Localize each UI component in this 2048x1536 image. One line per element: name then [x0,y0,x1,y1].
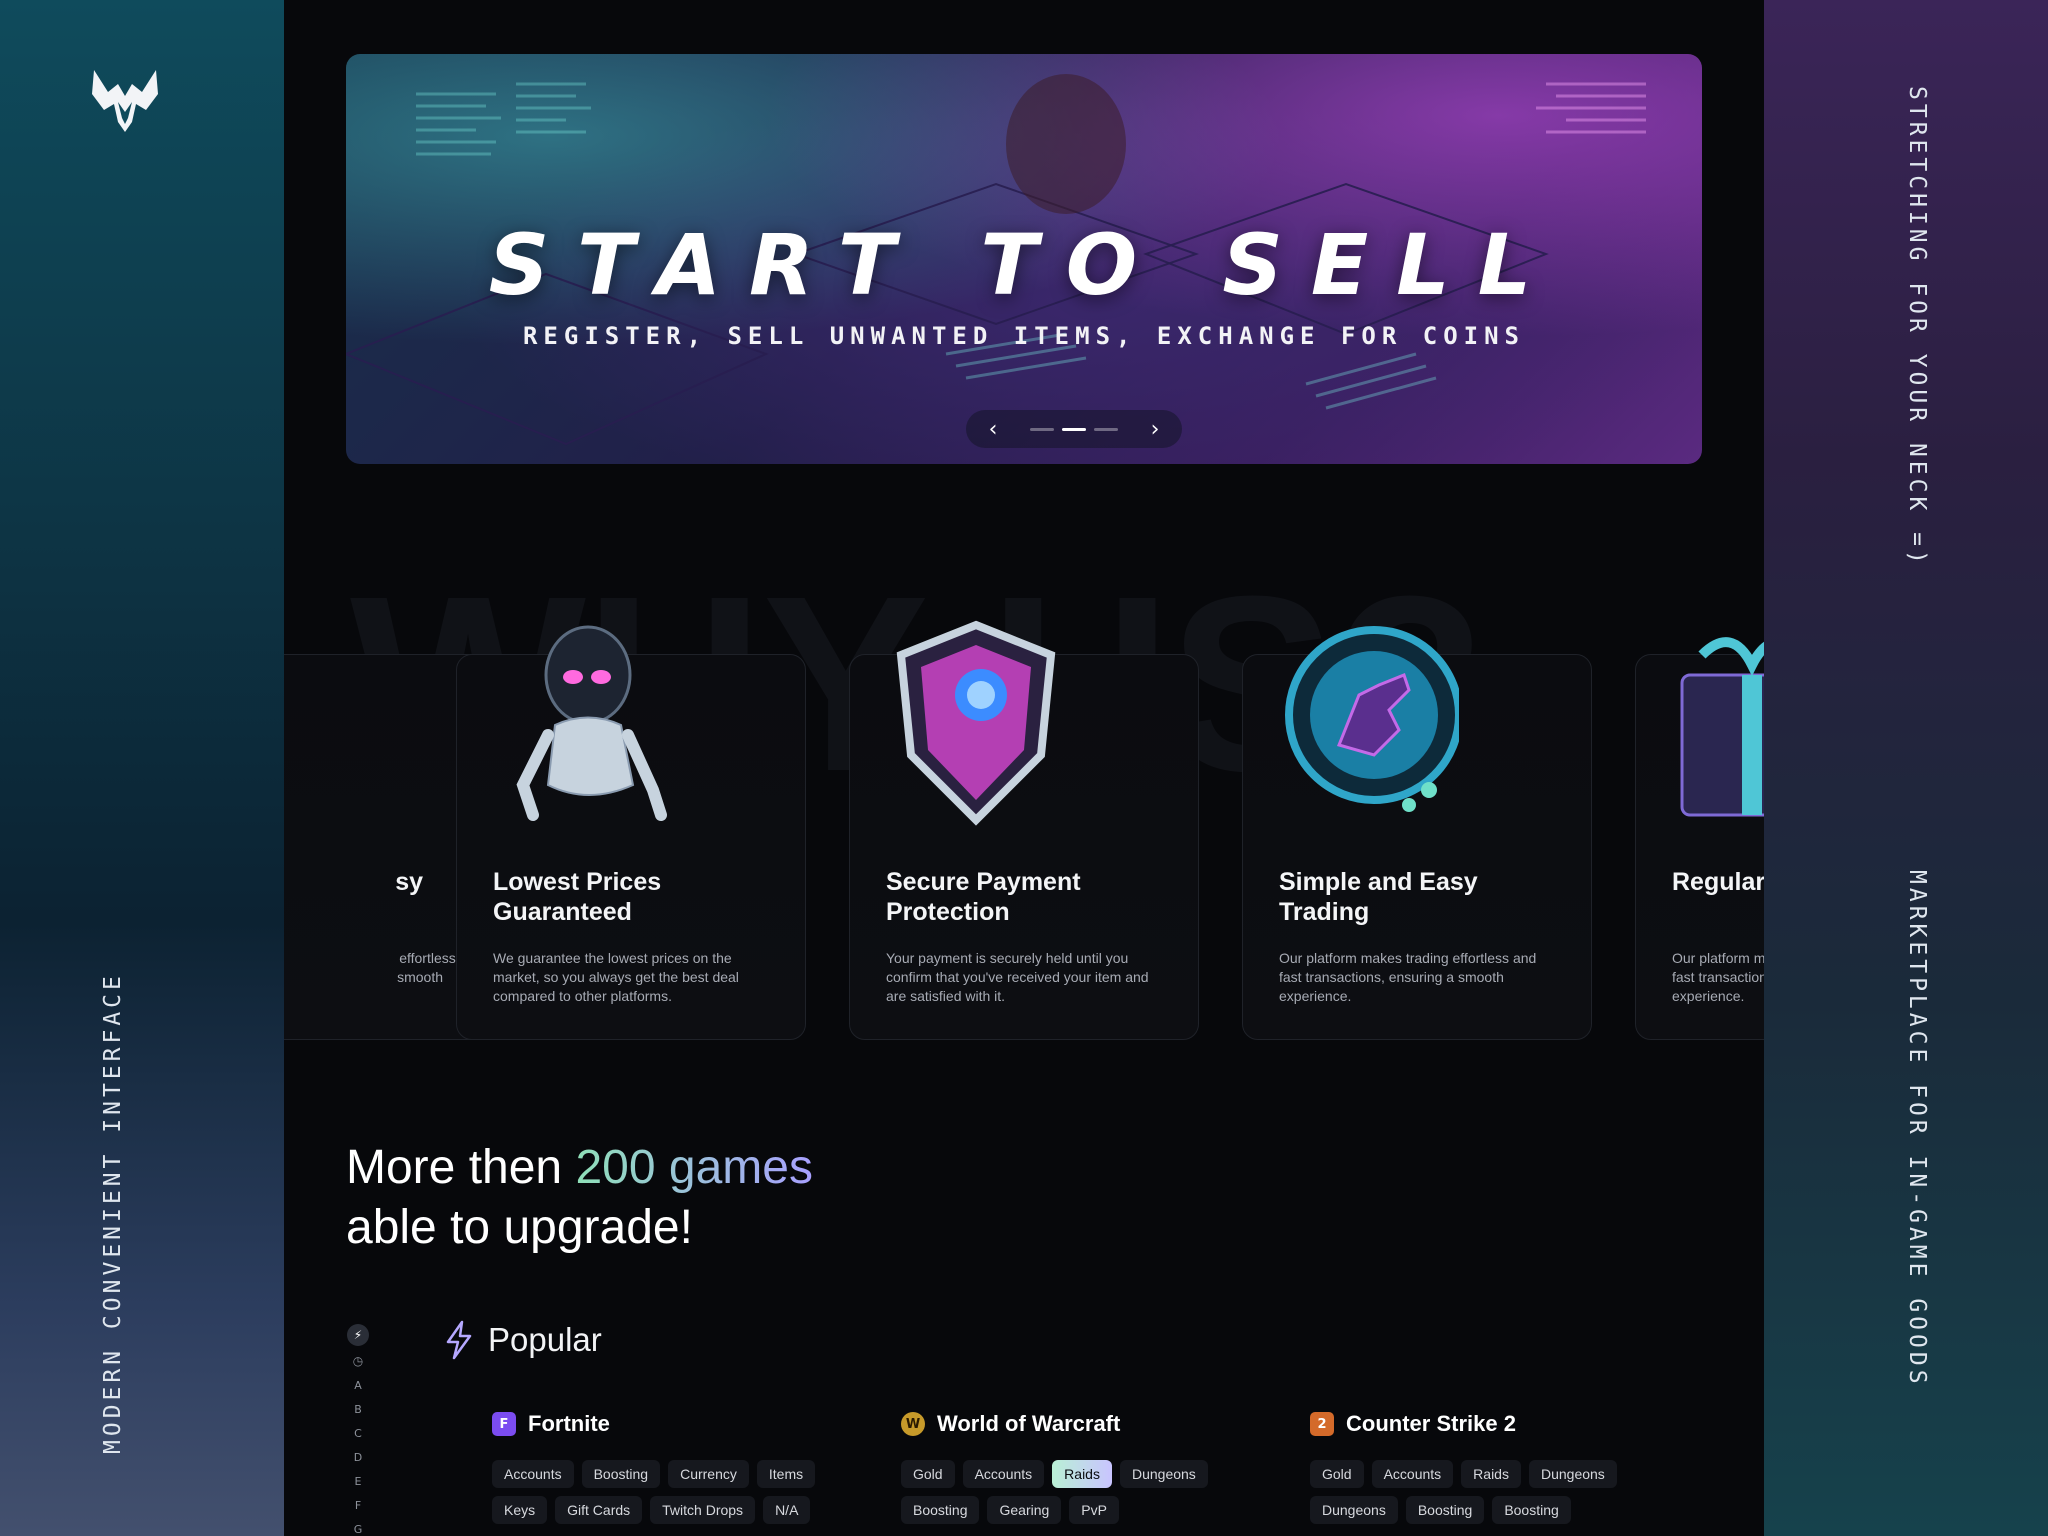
brand-logo-icon[interactable] [88,66,162,136]
game-tag[interactable]: Twitch Drops [650,1496,756,1524]
feature-card-title: Lowest Prices Guaranteed [493,868,662,926]
game-tag[interactable]: Dungeons [1310,1496,1398,1524]
game-tags: Gold Accounts Raids Dungeons Boosting Ge… [901,1460,1241,1524]
game-name: World of Warcraft [937,1411,1121,1436]
shield-icon [896,620,1056,826]
cs2-icon: 2 [1310,1412,1334,1436]
hero-banner[interactable]: START TO SELL REGISTER, SELL UNWANTED IT… [346,54,1702,464]
alphabet-nav: ⚡ ◷ A B C D E F G [346,1324,370,1536]
carousel-dots [1030,427,1118,431]
feature-card-title: Regular and pri [1672,868,1764,896]
popular-filter-icon[interactable]: ⚡ [347,1324,369,1346]
gift-box-icon [1680,637,1764,817]
right-vertical-caption-top: STRETCHING FOR YOUR NECK =) [1904,86,1930,568]
alpha-nav-letter[interactable]: C [354,1424,362,1444]
game-tag-active[interactable]: Raids [1052,1460,1112,1488]
game-tag[interactable]: Gearing [987,1496,1062,1524]
game-tag[interactable]: Gift Cards [555,1496,643,1524]
left-side-panel: MODERN CONVENIENT INTERFACE [0,0,284,1536]
fortnite-icon: F [492,1412,516,1436]
feature-card-easy-trading[interactable]: Simple and Easy Trading Our platform mak… [1242,626,1592,1040]
game-card-fortnite: F Fortnite Accounts Boosting Currency It… [492,1406,832,1524]
game-name: Counter Strike 2 [1346,1411,1516,1436]
game-header[interactable]: 2 Counter Strike 2 [1310,1406,1650,1442]
game-tag[interactable]: N/A [763,1496,811,1524]
games-heading: More then 200 games able to upgrade! [346,1138,813,1258]
game-tag[interactable]: Accounts [1371,1460,1454,1488]
carousel-prev-button[interactable]: ‹ [982,417,1004,442]
game-tag[interactable]: Accounts [962,1460,1045,1488]
robot-icon [516,625,667,821]
alpha-nav-letter[interactable]: G [354,1520,363,1536]
alpha-nav-letter[interactable]: F [355,1496,361,1516]
game-tag[interactable]: Raids [1461,1460,1521,1488]
game-header[interactable]: F Fortnite [492,1406,832,1442]
game-header[interactable]: W World of Warcraft [901,1406,1241,1442]
feature-card-text: Our platform m fast transaction experien… [1672,950,1764,1004]
game-tags: Accounts Boosting Currency Items Keys Gi… [492,1460,832,1524]
hero-subtitle: REGISTER, SELL UNWANTED ITEMS, EXCHANGE … [522,322,1525,350]
games-heading-part2: able to upgrade! [346,1201,693,1254]
game-tag[interactable]: Boosting [581,1460,661,1488]
feature-card-text: We guarantee the lowest prices on the ma… [493,950,739,1004]
game-tag[interactable]: Gold [901,1460,955,1488]
carousel-next-button[interactable]: › [1144,417,1166,442]
wow-icon: W [901,1412,925,1436]
game-card-world-of-warcraft: W World of Warcraft Gold Accounts Raids … [901,1406,1241,1524]
portal-hand-icon [1285,626,1459,812]
game-tag[interactable]: Boosting [1405,1496,1485,1524]
right-vertical-caption-bottom: MARKETPLACE FOR IN-GAME GOODS [1904,870,1930,1388]
feature-card-text: Your payment is securely held until you … [886,950,1149,1004]
popular-section-header: Popular [444,1320,602,1360]
alpha-nav-letter[interactable]: E [355,1472,362,1492]
game-tag[interactable]: Dungeons [1119,1460,1208,1488]
games-heading-highlight: 200 games [575,1141,813,1194]
game-tag[interactable]: PvP [1069,1496,1119,1524]
carousel-dot[interactable] [1094,427,1118,431]
game-tags: Gold Accounts Raids Dungeons Dungeons Bo… [1310,1460,1650,1524]
game-tag[interactable]: Currency [668,1460,749,1488]
game-tag[interactable]: Items [756,1460,816,1488]
game-tag[interactable]: Keys [492,1496,548,1524]
recent-filter-icon[interactable]: ◷ [347,1350,369,1372]
game-tag[interactable]: Gold [1310,1460,1364,1488]
games-heading-part1: More then [346,1141,576,1194]
game-tag[interactable]: Accounts [492,1460,574,1488]
feature-card-regular[interactable]: Regular and pri Our platform m fast tran… [1635,637,1764,1040]
alpha-nav-letter[interactable]: A [354,1376,362,1396]
game-card-counter-strike-2: 2 Counter Strike 2 Gold Accounts Raids D… [1310,1406,1650,1524]
hero-title: START TO SELL [488,216,1560,314]
alpha-nav-letter[interactable]: B [354,1400,362,1420]
feature-card-title: Simple and Easy Trading [1279,868,1478,926]
feature-card-text-line: smooth [397,969,443,985]
feature-card-text: Our platform makes trading effortless an… [1279,950,1537,1004]
feature-card-title: Secure Payment Protection [886,868,1081,926]
carousel-dot[interactable] [1030,427,1054,431]
game-tag[interactable]: Boosting [1492,1496,1571,1524]
game-name: Fortnite [528,1411,610,1436]
left-vertical-caption: MODERN CONVENIENT INTERFACE [100,972,126,1454]
lightning-icon [446,1320,472,1360]
feature-card-lowest-prices[interactable]: Lowest Prices Guaranteed We guarantee th… [456,625,806,1040]
main-content: START TO SELL REGISTER, SELL UNWANTED IT… [284,0,1764,1536]
game-tag[interactable]: Boosting [901,1496,980,1524]
popular-label: Popular [488,1321,602,1358]
feature-card-title: sy [395,868,423,896]
carousel-dot-active[interactable] [1062,427,1086,431]
carousel-pager: ‹ › [966,410,1182,448]
game-tag[interactable]: Dungeons [1528,1460,1617,1488]
feature-card-secure-payment[interactable]: Secure Payment Protection Your payment i… [849,620,1199,1040]
alpha-nav-letter[interactable]: D [354,1448,362,1468]
